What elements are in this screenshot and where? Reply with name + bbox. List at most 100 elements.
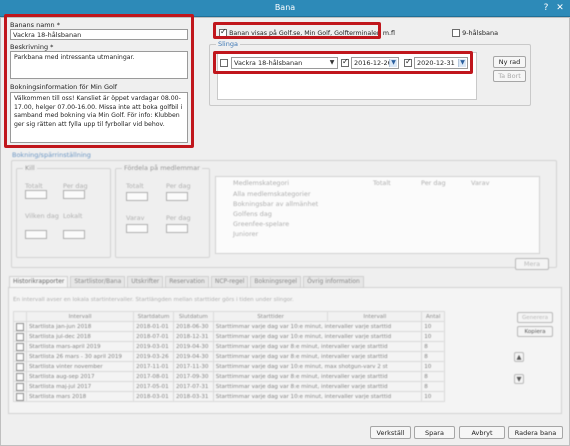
table-row[interactable]: Startlista maj-jul 2017 2017-05-01 2017-07… — [13, 381, 445, 392]
date-to-checkbox-wrap[interactable] — [404, 57, 412, 67]
count-cell: 8 — [421, 351, 445, 362]
date-to-checkbox[interactable] — [404, 57, 412, 67]
chevron-down-icon: ▼ — [329, 59, 335, 66]
row-checkbox-cell[interactable] — [13, 321, 27, 332]
category-header-1: Medlemskategori — [233, 179, 290, 187]
slinga-course-select[interactable]: Vackra 18-hålsbanan ▼ — [231, 57, 338, 69]
table-row[interactable]: Startlista aug-sep 2017 2017-08-01 2017-09… — [13, 371, 445, 382]
count-cell: 10 — [421, 361, 445, 372]
more-button[interactable]: Mera — [515, 258, 549, 270]
end-date-cell: 2019-04-30 — [172, 341, 214, 352]
opt-item-2: Per dag — [166, 182, 191, 190]
times-cell: Starttimmar varje dag var 10:e minut, in… — [212, 391, 423, 402]
start-date-cell: 2019-03-26 — [133, 351, 174, 362]
opt-input-1[interactable] — [126, 192, 148, 201]
row-checkbox[interactable] — [16, 322, 24, 331]
dialog-body: Banans namn * Vackra 18-hålsbanan Beskri… — [0, 14, 570, 446]
times-cell: Starttimmar varje dag var 10:e minut, ma… — [212, 361, 423, 372]
move-down-icon[interactable]: ▼ — [514, 374, 524, 384]
kill-input-1[interactable] — [25, 190, 47, 199]
visible-online-option[interactable]: Banan visas på Golf.se, Min Golf, Golfte… — [219, 27, 395, 37]
remove-row-button[interactable]: Ta Bort — [493, 70, 526, 82]
row-checkbox[interactable] — [16, 392, 24, 401]
visible-online-checkbox[interactable] — [219, 27, 227, 37]
category-item-1: Alla medlemskategorier — [233, 190, 311, 198]
booking-section-title: Bokning/spärrinställning — [12, 151, 91, 159]
course-name-label: Banans namn * — [10, 21, 60, 29]
kill-input-2[interactable] — [63, 190, 85, 199]
opt-item-1: Totalt — [126, 182, 144, 190]
row-checkbox-cell[interactable] — [13, 341, 27, 352]
move-up-icon[interactable]: ▲ — [514, 352, 524, 362]
generate-button[interactable]: Generera — [517, 312, 553, 323]
course-name-input[interactable]: Vackra 18-hålsbanan — [10, 29, 188, 40]
row-checkbox[interactable] — [16, 372, 24, 381]
slinga-course-checkbox[interactable] — [220, 59, 228, 67]
help-icon[interactable]: ? — [539, 2, 553, 14]
apply-button[interactable]: Verkställ — [370, 426, 411, 439]
date-from-checkbox-wrap[interactable] — [341, 57, 349, 67]
count-cell: 10 — [421, 331, 445, 342]
row-checkbox[interactable] — [16, 352, 24, 361]
opt-input-3[interactable] — [126, 224, 148, 233]
row-checkbox-cell[interactable] — [13, 361, 27, 372]
close-icon[interactable]: ✕ — [553, 2, 567, 14]
opt-item-4: Per dag — [166, 214, 191, 222]
nine-hole-checkbox[interactable] — [452, 29, 460, 37]
history-note: En intervall avser en lokala startinterv… — [13, 297, 294, 303]
count-cell: 8 — [421, 371, 445, 382]
history-header-intervals: Intervall — [327, 311, 423, 322]
interval-cell: Startlista mars 2018 — [25, 391, 135, 402]
row-checkbox-cell[interactable] — [13, 391, 27, 402]
opt-input-2[interactable] — [166, 192, 188, 201]
interval-cell: Startlista jan-jun 2018 — [25, 321, 135, 332]
table-row[interactable]: Startlista mars-april 2019 2019-03-01 2019… — [13, 341, 445, 352]
opt-item-3: Varav — [126, 214, 145, 222]
interval-cell: Startlista jul-dec 2018 — [25, 331, 135, 342]
history-header-times: Starttider — [212, 311, 329, 322]
row-checkbox-cell[interactable] — [13, 351, 27, 362]
category-header-3: Per dag — [421, 179, 446, 187]
start-date-cell: 2017-05-01 — [133, 381, 174, 392]
end-date-cell: 2017-11-30 — [172, 361, 214, 372]
date-from-checkbox[interactable] — [341, 57, 349, 67]
history-header-check — [13, 311, 27, 322]
new-row-button[interactable]: Ny rad — [493, 56, 526, 68]
table-row[interactable]: Startlista jul-dec 2018 2018-07-01 2018-12… — [13, 331, 445, 342]
history-header-interval: Intervall — [25, 311, 135, 322]
booking-info-textarea[interactable]: Välkommen till oss! Kansliet är öppet va… — [10, 92, 188, 143]
row-checkbox[interactable] — [16, 362, 24, 371]
copy-button[interactable]: Kopiera — [517, 326, 553, 337]
end-date-cell: 2018-12-31 — [172, 331, 214, 342]
row-checkbox[interactable] — [16, 382, 24, 391]
description-textarea[interactable]: Parkbana med intressanta utmaningar. — [10, 51, 188, 79]
table-row[interactable]: Startlista jan-jun 2018 2018-01-01 2018-06… — [13, 321, 445, 332]
delete-course-button[interactable]: Radera bana — [508, 426, 563, 439]
save-button[interactable]: Spara — [414, 426, 455, 439]
times-cell: Starttimmar varje dag var 8:e minut, int… — [212, 371, 423, 382]
date-to-picker[interactable]: 2020-12-31 ▼ — [414, 57, 468, 69]
kill-input-3[interactable] — [25, 230, 47, 239]
slinga-course-checkbox-wrap[interactable] — [220, 59, 228, 67]
kill-item-2: Per dag — [63, 182, 88, 190]
cancel-button[interactable]: Avbryt — [459, 426, 505, 439]
row-checkbox-cell[interactable] — [13, 331, 27, 342]
date-from-picker[interactable]: 2016-12-26 ▼ — [351, 57, 399, 69]
chevron-down-icon: ▼ — [458, 59, 466, 67]
nine-hole-option[interactable]: 9-hålsbana — [452, 29, 498, 37]
table-row[interactable]: Startlista mars 2018 2018-03-01 2018-03-31… — [13, 391, 445, 402]
row-checkbox-cell[interactable] — [13, 371, 27, 382]
table-row[interactable]: Startlista 26 mars - 30 april 2019 2019-0… — [13, 351, 445, 362]
row-checkbox[interactable] — [16, 332, 24, 341]
window-titlebar: Bana ? ✕ — [0, 0, 570, 17]
kill-input-4[interactable] — [63, 230, 85, 239]
end-date-cell: 2017-07-31 — [172, 381, 214, 392]
row-checkbox-cell[interactable] — [13, 381, 27, 392]
visible-online-label: Banan visas på Golf.se, Min Golf, Golfte… — [229, 30, 395, 37]
row-checkbox[interactable] — [16, 342, 24, 351]
category-item-4: Greenfee-spelare — [233, 220, 290, 228]
date-to-value: 2020-12-31 — [417, 59, 455, 67]
start-date-cell: 2018-07-01 — [133, 331, 174, 342]
opt-input-4[interactable] — [166, 224, 188, 233]
table-row[interactable]: Startlista vinter november 2017-11-01 2017… — [13, 361, 445, 372]
